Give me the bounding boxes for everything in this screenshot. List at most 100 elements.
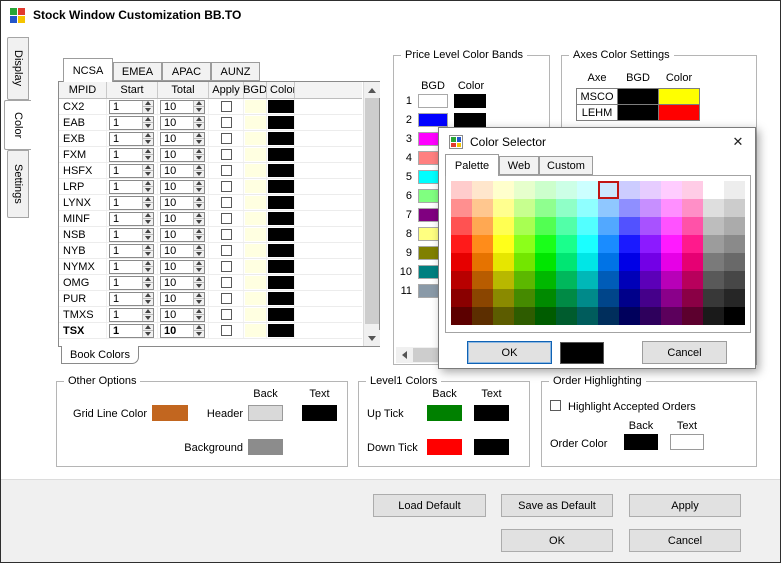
- scroll-down-icon[interactable]: [364, 330, 380, 346]
- palette-cell[interactable]: [724, 217, 745, 235]
- palette-cell[interactable]: [577, 271, 598, 289]
- total-spinner[interactable]: 10: [160, 292, 205, 306]
- palette-cell[interactable]: [493, 289, 514, 307]
- spinner-down-icon[interactable]: [143, 298, 153, 305]
- apply-checkbox[interactable]: [221, 197, 232, 208]
- total-spinner[interactable]: 10: [160, 180, 205, 194]
- bgd-swatch[interactable]: [245, 196, 266, 209]
- palette-cell[interactable]: [472, 235, 493, 253]
- start-spinner[interactable]: 1: [109, 100, 154, 114]
- palette-cell[interactable]: [514, 271, 535, 289]
- color-swatch[interactable]: [268, 196, 294, 209]
- palette-cell[interactable]: [514, 181, 535, 199]
- palette-cell[interactable]: [724, 235, 745, 253]
- spinner-down-icon[interactable]: [143, 330, 153, 337]
- down-tick-text-swatch[interactable]: [474, 439, 509, 455]
- tab-apac[interactable]: APAC: [162, 62, 211, 81]
- bgd-swatch[interactable]: [245, 276, 266, 289]
- palette-cell[interactable]: [619, 289, 640, 307]
- palette-cell[interactable]: [535, 181, 556, 199]
- spinner-down-icon[interactable]: [194, 298, 204, 305]
- palette-cell[interactable]: [556, 217, 577, 235]
- spinner-down-icon[interactable]: [194, 314, 204, 321]
- palette-cell[interactable]: [619, 253, 640, 271]
- spinner-down-icon[interactable]: [143, 170, 153, 177]
- ok-button[interactable]: OK: [467, 341, 552, 364]
- palette-cell[interactable]: [661, 199, 682, 217]
- color-swatch[interactable]: [268, 276, 294, 289]
- palette-cell[interactable]: [493, 181, 514, 199]
- axes-color-swatch[interactable]: [658, 88, 700, 105]
- spinner-down-icon[interactable]: [194, 330, 204, 337]
- palette-cell[interactable]: [472, 181, 493, 199]
- total-spinner[interactable]: 10: [160, 260, 205, 274]
- scroll-left-icon[interactable]: [396, 347, 412, 363]
- order-color-back-swatch[interactable]: [624, 434, 658, 450]
- palette-cell[interactable]: [661, 235, 682, 253]
- color-swatch[interactable]: [268, 308, 294, 321]
- book-colors-tab[interactable]: Book Colors: [61, 346, 139, 364]
- palette-cell[interactable]: [514, 307, 535, 325]
- palette-cell[interactable]: [640, 253, 661, 271]
- color-swatch[interactable]: [268, 100, 294, 113]
- apply-checkbox[interactable]: [221, 245, 232, 256]
- palette-cell[interactable]: [703, 307, 724, 325]
- palette-cell[interactable]: [577, 217, 598, 235]
- palette-cell[interactable]: [682, 253, 703, 271]
- tab-palette[interactable]: Palette: [445, 154, 499, 176]
- palette-cell[interactable]: [556, 253, 577, 271]
- apply-button[interactable]: Apply: [629, 494, 741, 517]
- ok-button[interactable]: OK: [501, 529, 613, 552]
- palette-cell[interactable]: [682, 289, 703, 307]
- palette-cell[interactable]: [472, 289, 493, 307]
- start-spinner[interactable]: 1: [109, 292, 154, 306]
- palette-cell[interactable]: [472, 217, 493, 235]
- palette-cell[interactable]: [556, 307, 577, 325]
- palette-cell[interactable]: [535, 199, 556, 217]
- palette-cell[interactable]: [640, 181, 661, 199]
- palette-cell[interactable]: [724, 199, 745, 217]
- palette-cell[interactable]: [682, 181, 703, 199]
- spinner-down-icon[interactable]: [194, 266, 204, 273]
- start-spinner[interactable]: 1: [109, 196, 154, 210]
- palette-cell[interactable]: [577, 199, 598, 217]
- palette-cell[interactable]: [472, 199, 493, 217]
- palette-cell[interactable]: [493, 217, 514, 235]
- palette-cell[interactable]: [598, 271, 619, 289]
- color-swatch[interactable]: [268, 260, 294, 273]
- start-spinner[interactable]: 1: [109, 180, 154, 194]
- palette-cell[interactable]: [640, 307, 661, 325]
- palette-cell[interactable]: [451, 235, 472, 253]
- palette-cell[interactable]: [598, 253, 619, 271]
- palette-cell[interactable]: [724, 271, 745, 289]
- start-spinner[interactable]: 1: [109, 132, 154, 146]
- bgd-swatch[interactable]: [245, 116, 266, 129]
- palette-cell[interactable]: [535, 253, 556, 271]
- total-spinner[interactable]: 10: [160, 324, 205, 338]
- palette-cell[interactable]: [682, 271, 703, 289]
- spinner-down-icon[interactable]: [194, 202, 204, 209]
- palette-cell[interactable]: [682, 235, 703, 253]
- header-back-swatch[interactable]: [248, 405, 283, 421]
- cancel-button[interactable]: Cancel: [629, 529, 741, 552]
- palette-cell[interactable]: [724, 253, 745, 271]
- apply-checkbox[interactable]: [221, 133, 232, 144]
- spinner-down-icon[interactable]: [143, 122, 153, 129]
- palette-cell[interactable]: [703, 271, 724, 289]
- bgd-swatch[interactable]: [245, 324, 266, 337]
- band-color-swatch[interactable]: [454, 113, 486, 127]
- palette-cell[interactable]: [703, 235, 724, 253]
- axes-bgd-swatch[interactable]: [617, 88, 659, 105]
- palette-cell[interactable]: [619, 217, 640, 235]
- start-spinner[interactable]: 1: [109, 276, 154, 290]
- palette-cell[interactable]: [472, 271, 493, 289]
- cancel-button[interactable]: Cancel: [642, 341, 727, 364]
- palette-cell[interactable]: [661, 289, 682, 307]
- palette-cell[interactable]: [535, 289, 556, 307]
- vertical-scrollbar[interactable]: [363, 82, 379, 346]
- spinner-down-icon[interactable]: [194, 106, 204, 113]
- band-color-swatch[interactable]: [454, 94, 486, 108]
- palette-cell[interactable]: [682, 217, 703, 235]
- palette-cell[interactable]: [598, 199, 619, 217]
- palette-cell[interactable]: [493, 235, 514, 253]
